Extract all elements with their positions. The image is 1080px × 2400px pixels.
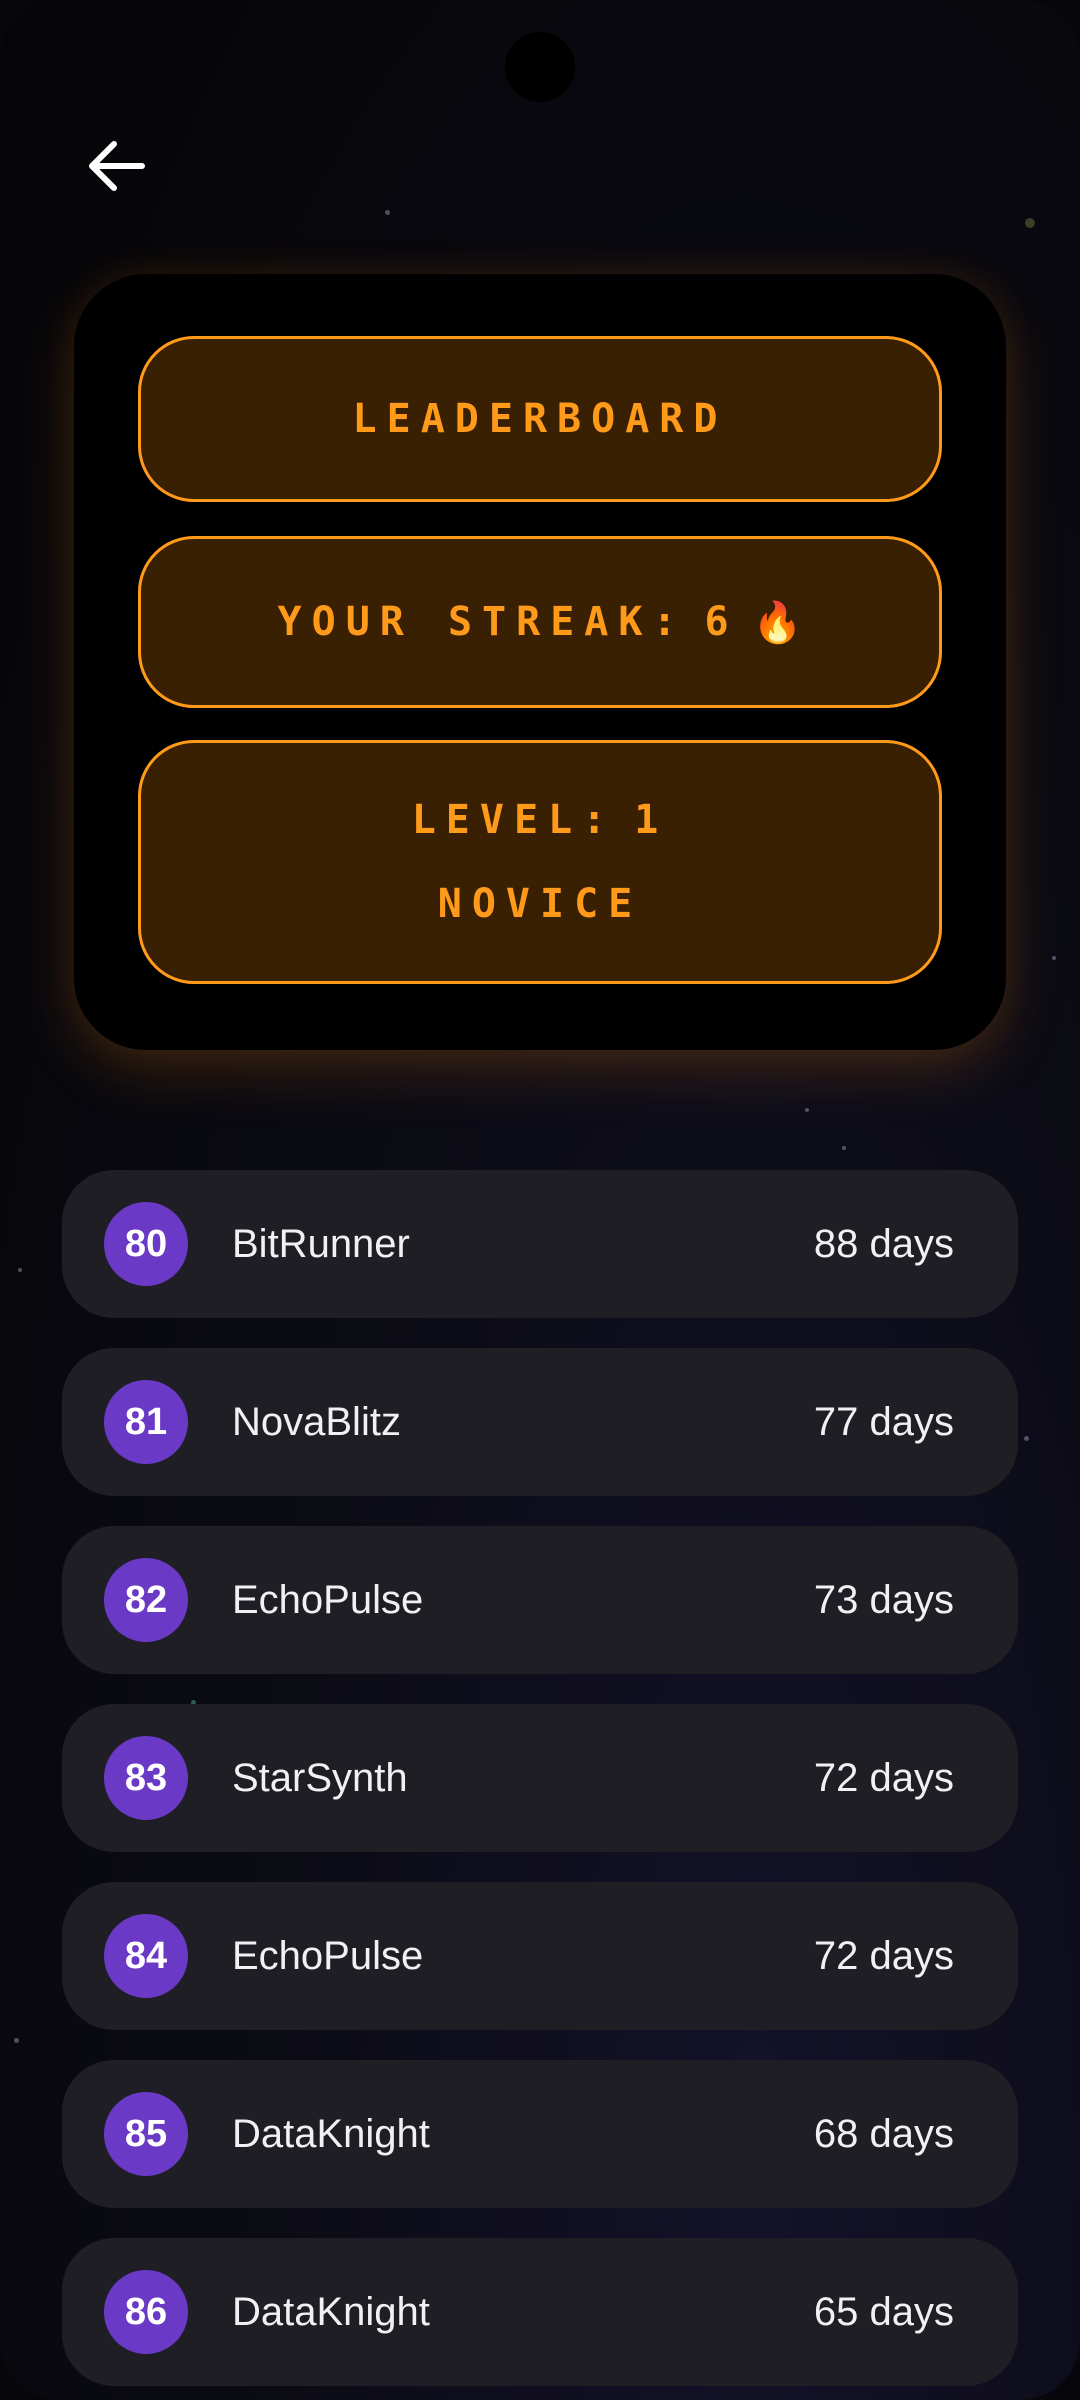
rank-badge: 83	[104, 1736, 188, 1820]
leaderboard-screen: LEADERBOARD YOUR STREAK: 6 🔥 LEVEL: 1 NO…	[0, 0, 1080, 2400]
player-name: EchoPulse	[232, 1577, 424, 1622]
leaderboard-row[interactable]: 86 DataKnight 65 days	[62, 2238, 1018, 2386]
streak-value: 6	[704, 599, 739, 645]
player-name: DataKnight	[232, 2289, 430, 2334]
background-star	[18, 1268, 22, 1272]
streak-label: YOUR STREAK:	[277, 599, 687, 645]
background-star	[805, 1108, 809, 1112]
streak-days: 88 days	[813, 1221, 954, 1266]
leaderboard-title-text: LEADERBOARD	[352, 396, 728, 442]
background-star	[1024, 1436, 1029, 1441]
player-name: DataKnight	[232, 2111, 430, 2156]
player-name: StarSynth	[232, 1755, 408, 1800]
leaderboard-row[interactable]: 80 BitRunner 88 days	[62, 1170, 1018, 1318]
leaderboard-row[interactable]: 84 EchoPulse 72 days	[62, 1882, 1018, 2030]
rank-badge: 85	[104, 2092, 188, 2176]
leaderboard-row[interactable]: 82 EchoPulse 73 days	[62, 1526, 1018, 1674]
player-name: BitRunner	[232, 1221, 410, 1266]
streak-days: 72 days	[813, 1755, 954, 1800]
streak-days: 68 days	[813, 2111, 954, 2156]
rank-badge: 86	[104, 2270, 188, 2354]
player-name: NovaBlitz	[232, 1399, 401, 1444]
background-star	[1052, 956, 1056, 960]
level-value: 1	[634, 797, 669, 843]
rank-badge: 84	[104, 1914, 188, 1998]
background-star	[14, 2038, 19, 2043]
rank-title: NOVICE	[437, 881, 643, 927]
camera-cutout	[505, 32, 575, 102]
background-star	[385, 210, 390, 215]
streak-days: 77 days	[813, 1399, 954, 1444]
back-button[interactable]	[78, 128, 154, 204]
rank-badge: 81	[104, 1380, 188, 1464]
arrow-left-icon	[89, 141, 145, 191]
leaderboard-list: 80 BitRunner 88 days 81 NovaBlitz 77 day…	[62, 1170, 1018, 2400]
level-pill: LEVEL: 1 NOVICE	[138, 740, 942, 984]
background-star	[1025, 218, 1035, 228]
leaderboard-title: LEADERBOARD	[138, 336, 942, 502]
leaderboard-row[interactable]: 85 DataKnight 68 days	[62, 2060, 1018, 2208]
leaderboard-row[interactable]: 81 NovaBlitz 77 days	[62, 1348, 1018, 1496]
level-label: LEVEL:	[411, 797, 617, 843]
fire-icon: 🔥	[752, 599, 803, 646]
leaderboard-row[interactable]: 83 StarSynth 72 days	[62, 1704, 1018, 1852]
rank-badge: 82	[104, 1558, 188, 1642]
background-star	[842, 1146, 846, 1150]
streak-days: 65 days	[813, 2289, 954, 2334]
streak-pill: YOUR STREAK: 6 🔥	[138, 536, 942, 708]
streak-days: 73 days	[813, 1577, 954, 1622]
streak-days: 72 days	[813, 1933, 954, 1978]
player-name: EchoPulse	[232, 1933, 424, 1978]
profile-summary-card: LEADERBOARD YOUR STREAK: 6 🔥 LEVEL: 1 NO…	[74, 274, 1006, 1050]
rank-badge: 80	[104, 1202, 188, 1286]
